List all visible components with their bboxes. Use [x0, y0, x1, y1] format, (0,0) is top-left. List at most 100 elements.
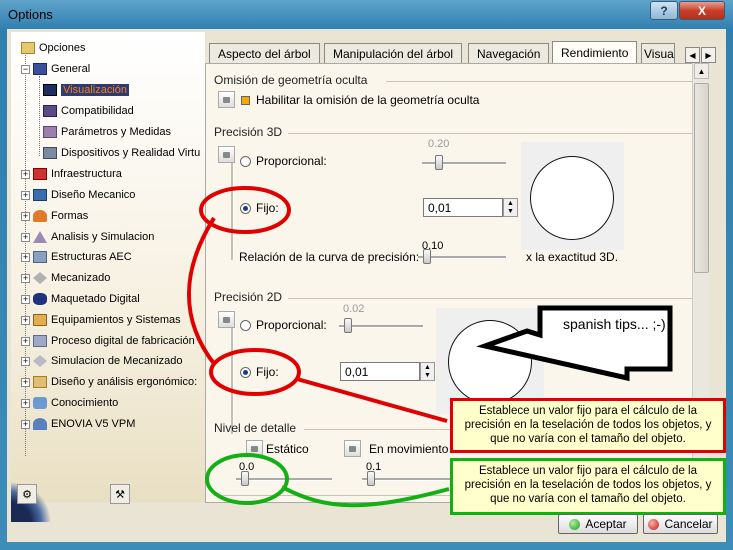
precision3d-fixed-spinner[interactable]: ▲ ▼ [503, 198, 518, 217]
tab-visualizacion[interactable]: Visua [641, 43, 675, 63]
dialog-client: Opciones − General Visualización Compati… [7, 29, 726, 542]
precision3d-proportional-slider[interactable] [435, 155, 443, 170]
detail-static-track [236, 478, 332, 481]
expand-icon[interactable]: + [21, 336, 30, 346]
precision2d-proportional-value: 0.02 [343, 303, 365, 315]
tree-item-equipamientos[interactable]: + Equipamientos y Sistemas [21, 311, 181, 329]
ok-button[interactable]: Aceptar [558, 514, 638, 534]
tree-item-enovia[interactable]: + ENOVIA V5 VPM [21, 415, 135, 433]
precision2d-proportional-slider[interactable] [344, 318, 352, 333]
expand-icon[interactable]: + [21, 169, 30, 179]
separator [386, 81, 696, 82]
tree-item-analisis[interactable]: + Analisis y Simulacion [21, 228, 154, 246]
curve-ratio-label: Relación de la curva de precisión: [239, 250, 420, 264]
precision2d-group-title: Precisión 2D [214, 290, 283, 304]
precision2d-proportional-radio[interactable] [240, 320, 251, 331]
tree-item-mecanizado[interactable]: + Mecanizado [21, 269, 110, 287]
curve-ratio-track [418, 256, 506, 259]
collapse-icon[interactable]: − [21, 64, 30, 74]
tree-item-opciones[interactable]: Opciones [21, 39, 85, 57]
precision2d-fixed-input[interactable]: 0,01 [340, 362, 420, 381]
lock-icon[interactable] [218, 311, 235, 328]
precision3d-proportional-label: Proporcional: [256, 154, 327, 168]
title-bar: Options ? X [0, 0, 733, 28]
precision3d-proportional-radio[interactable] [240, 156, 251, 167]
tab-manipulacion[interactable]: Manipulación del árbol [324, 43, 463, 63]
occlusion-checkbox[interactable] [241, 96, 250, 105]
lock-icon[interactable] [218, 146, 235, 163]
analysis-icon [33, 231, 47, 243]
precision3d-fixed-label: Fijo: [256, 201, 279, 215]
expand-icon[interactable]: + [21, 356, 30, 366]
tree-item-simulacion[interactable]: + Simulacion de Mecanizado [21, 352, 182, 370]
expand-icon[interactable]: + [21, 190, 30, 200]
precision2d-fixed-spinner[interactable]: ▲ ▼ [420, 362, 435, 381]
expand-icon[interactable]: + [21, 398, 30, 408]
precision2d-fixed-radio[interactable] [240, 367, 251, 378]
detail-group-title: Nivel de detalle [214, 421, 297, 435]
red-tooltip: Establece un valor fijo para el cálculo … [450, 398, 726, 453]
tree-item-dispositivos[interactable]: Dispositivos y Realidad Virtu [43, 144, 200, 162]
equipment-icon [33, 314, 47, 326]
tab-scroll-left-button[interactable]: ◀ [685, 47, 700, 63]
expand-icon[interactable]: + [21, 211, 30, 221]
tree-item-maquetado[interactable]: + Maquetado Digital [21, 290, 140, 308]
lock-icon[interactable] [246, 440, 263, 457]
lock-icon[interactable] [344, 440, 361, 457]
detail-static-slider[interactable] [241, 471, 249, 486]
options-tree: Opciones − General Visualización Compati… [11, 32, 205, 522]
tree-settings-icon[interactable]: ⚒ [110, 484, 130, 504]
tree-item-estructuras[interactable]: + Estructuras AEC [21, 248, 132, 266]
close-button[interactable]: X [679, 1, 725, 20]
tree-item-parametros[interactable]: Parámetros y Medidas [43, 123, 171, 141]
help-button[interactable]: ? [650, 1, 678, 20]
infrastructure-icon [33, 168, 47, 180]
tree-tool-icon[interactable]: ⚙ [17, 484, 37, 504]
ergonomics-icon [33, 376, 47, 388]
precision3d-fixed-input[interactable]: 0,01 [423, 198, 503, 217]
precision2d-fixed-label: Fijo: [256, 365, 279, 379]
precision3d-group-title: Precisión 3D [214, 125, 283, 139]
digital-mockup-icon [33, 293, 47, 305]
expand-icon[interactable]: + [21, 273, 30, 283]
expand-icon[interactable]: + [21, 377, 30, 387]
tab-aspecto[interactable]: Aspecto del árbol [209, 43, 320, 63]
tree-item-general[interactable]: − General [21, 60, 90, 78]
detail-moving-slider[interactable] [367, 471, 375, 486]
tree-item-conocimiento[interactable]: + Conocimiento [21, 394, 118, 412]
tree-item-formas[interactable]: + Formas [21, 207, 88, 225]
lock-icon[interactable] [218, 91, 235, 108]
general-icon [33, 63, 47, 75]
tree-item-ergonomico[interactable]: + Diseño y análisis ergonómico: [21, 373, 197, 391]
tab-navegacion[interactable]: Navegación [468, 43, 550, 63]
simulation-icon [33, 355, 47, 367]
occlusion-group-title: Omisión de geometría oculta [214, 73, 368, 87]
expand-icon[interactable]: + [21, 294, 30, 304]
scroll-up-button[interactable]: ▲ [694, 63, 709, 79]
ok-icon [569, 518, 581, 530]
tab-strip: Aspecto del árbol Manipulación del árbol… [207, 41, 717, 64]
expand-icon[interactable]: + [21, 252, 30, 262]
devices-icon [43, 147, 57, 159]
tree-item-diseno-mecanico[interactable]: + Diseño Mecanico [21, 186, 135, 204]
expand-icon[interactable]: + [21, 232, 30, 242]
scroll-thumb[interactable] [694, 83, 709, 273]
precision3d-proportional-value: 0.20 [428, 138, 450, 150]
tree-item-compatibilidad[interactable]: Compatibilidad [43, 102, 134, 120]
tree-item-visualizacion[interactable]: Visualización [43, 81, 130, 99]
tree-line [39, 76, 40, 156]
precision3d-fixed-radio[interactable] [240, 203, 251, 214]
tree-item-infraestructura[interactable]: + Infraestructura [21, 165, 122, 183]
tab-scroll-right-button[interactable]: ▶ [701, 47, 716, 63]
display-icon [43, 84, 57, 96]
tab-rendimiento[interactable]: Rendimiento [552, 41, 638, 64]
aec-icon [33, 251, 47, 263]
curve-ratio-slider[interactable] [423, 249, 431, 264]
separator [288, 133, 696, 134]
expand-icon[interactable]: + [21, 315, 30, 325]
cancel-button[interactable]: Cancelar [643, 514, 718, 534]
tree-item-proceso[interactable]: + Proceso digital de fabricación [21, 332, 195, 350]
options-window: Options ? X Opciones − General Visualiza… [0, 0, 733, 550]
expand-icon[interactable]: + [21, 419, 30, 429]
enovia-icon [33, 418, 47, 430]
